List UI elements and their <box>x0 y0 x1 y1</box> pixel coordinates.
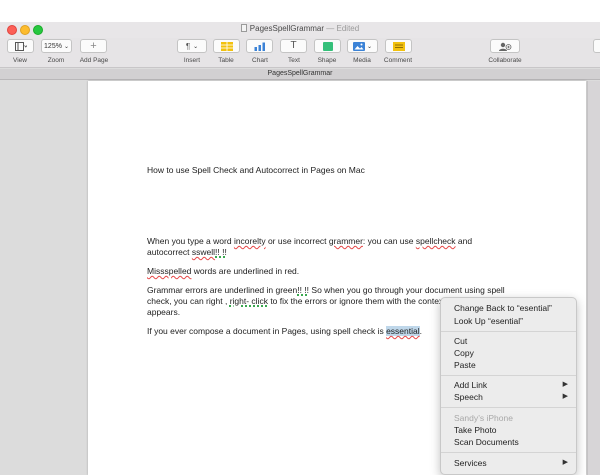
table-button[interactable] <box>213 39 240 53</box>
sidebar-icon <box>14 41 27 51</box>
format-sidebar-edge <box>587 81 600 475</box>
menu-separator <box>441 407 576 408</box>
submenu-arrow-icon: ▶ <box>562 381 568 388</box>
media-label: Media <box>353 57 371 64</box>
misspelled-word[interactable]: spellcheck <box>416 236 456 246</box>
menu-item-speech[interactable]: Speech ▶ <box>454 392 568 402</box>
table-icon <box>220 41 233 51</box>
menu-separator <box>441 375 576 376</box>
insert-button[interactable]: ¶ ⌄ <box>177 39 207 53</box>
shape-icon <box>322 41 333 51</box>
grammar-error[interactable]: !! !! <box>297 285 309 295</box>
toolbar: View 125% ⌄ Zoom + Add Page ¶ ⌄ Insert T <box>0 38 600 68</box>
menu-item-services[interactable]: Services ▶ <box>454 458 568 468</box>
context-menu: Change Back to “esential” Look Up “esent… <box>440 297 577 475</box>
title-bar: PagesSpellGrammar — Edited <box>0 22 600 38</box>
text-run: or use incorrect <box>265 236 329 246</box>
media-button[interactable]: ⌄ <box>347 39 378 53</box>
paragraph-icon: ¶ <box>185 41 191 51</box>
plus-icon: + <box>90 40 97 52</box>
text-run: Grammar errors are underlined in green <box>147 285 298 295</box>
menu-item-label: Services <box>454 458 487 468</box>
tab-document-title[interactable]: PagesSpellGrammar <box>0 70 600 77</box>
misspelled-word[interactable]: Missspelled <box>147 266 191 276</box>
edited-status: — Edited <box>326 24 360 33</box>
chevron-down-icon: ⌄ <box>366 43 373 50</box>
add-page-button[interactable]: + <box>80 39 107 53</box>
misspelled-word[interactable]: grammer <box>329 236 363 246</box>
format-button[interactable] <box>593 39 600 53</box>
menu-item-cut[interactable]: Cut <box>454 336 467 346</box>
chevron-down-icon: ⌄ <box>193 43 199 50</box>
menu-item-add-link[interactable]: Add Link ▶ <box>454 380 568 390</box>
document-heading[interactable]: How to use Spell Check and Autocorrect i… <box>147 165 365 176</box>
collaborate-button[interactable] <box>490 39 520 53</box>
text-run: autocorrect <box>147 247 192 257</box>
zoom-label: Zoom <box>47 57 65 64</box>
text-t-icon: T <box>290 40 297 51</box>
paragraph-1-line-1[interactable]: When you type a word incorelty or use in… <box>147 236 472 247</box>
view-button[interactable] <box>7 39 34 53</box>
collaborate-icon <box>499 42 512 51</box>
comment-button[interactable] <box>385 39 412 53</box>
paragraph-3-line-2[interactable]: check, you can right , right- click to f… <box>147 296 486 307</box>
text-run: If you ever compose a document in Pages,… <box>147 326 387 336</box>
desktop-strip <box>0 0 600 22</box>
menu-separator <box>441 452 576 453</box>
chart-icon <box>254 42 265 51</box>
text-button[interactable]: T <box>280 39 307 53</box>
add-page-label: Add Page <box>79 57 109 64</box>
paragraph-2[interactable]: Missspelled words are underlined in red. <box>147 266 299 277</box>
text-run: . <box>419 326 423 336</box>
text-run: So when you go through your document usi… <box>309 285 505 295</box>
menu-item-device-name: Sandy’s iPhone <box>454 413 513 423</box>
comment-label: Comment <box>383 57 413 64</box>
media-icon <box>352 41 365 51</box>
paragraph-1-line-2[interactable]: autocorrect sswell!! !! <box>147 247 227 258</box>
paragraph-3-line-1[interactable]: Grammar errors are underlined in green!!… <box>147 285 505 296</box>
menu-item-scan-documents[interactable]: Scan Documents <box>454 437 519 447</box>
menu-item-change-back[interactable]: Change Back to “esential” <box>454 303 552 313</box>
comment-icon <box>392 41 405 51</box>
menu-item-label: Speech <box>454 392 483 402</box>
paragraph-4[interactable]: If you ever compose a document in Pages,… <box>147 326 422 337</box>
grammar-error[interactable]: right- click <box>230 296 268 306</box>
misspelled-word[interactable]: sswell <box>192 247 215 257</box>
window-title: PagesSpellGrammar — Edited <box>0 24 600 33</box>
submenu-arrow-icon: ▶ <box>562 459 568 466</box>
grammar-error[interactable]: !! !! <box>215 247 227 257</box>
menu-item-paste[interactable]: Paste <box>454 360 476 370</box>
menu-item-look-up[interactable]: Look Up “esential” <box>454 316 523 326</box>
text-run: When you type a word <box>147 236 234 246</box>
shape-label: Shape <box>317 57 337 64</box>
tab-bar: PagesSpellGrammar <box>0 69 600 80</box>
menu-item-copy[interactable]: Copy <box>454 348 474 358</box>
selected-misspelled-word[interactable]: essential <box>386 326 420 336</box>
submenu-arrow-icon: ▶ <box>562 393 568 400</box>
paragraph-3-line-3[interactable]: appears. <box>147 307 180 318</box>
document-icon <box>240 24 247 32</box>
shape-button[interactable] <box>314 39 341 53</box>
collaborate-label: Collaborate <box>488 57 522 64</box>
menu-item-label: Add Link <box>454 380 488 390</box>
chevron-down-icon: ⌄ <box>63 43 69 50</box>
misspelled-word[interactable]: incorelty <box>234 236 266 246</box>
zoom-select[interactable]: 125% ⌄ <box>41 39 72 53</box>
text-run: check, you can right , <box>147 296 230 306</box>
text-run: : you can use <box>362 236 416 246</box>
window-title-text: PagesSpellGrammar <box>249 24 325 33</box>
zoom-value: 125% <box>44 42 62 50</box>
text-run: and <box>455 236 473 246</box>
view-label: View <box>13 57 27 64</box>
chart-button[interactable] <box>246 39 273 53</box>
text-run: words are underlined in red. <box>191 266 300 276</box>
menu-separator <box>441 331 576 332</box>
menu-item-take-photo[interactable]: Take Photo <box>454 425 497 435</box>
